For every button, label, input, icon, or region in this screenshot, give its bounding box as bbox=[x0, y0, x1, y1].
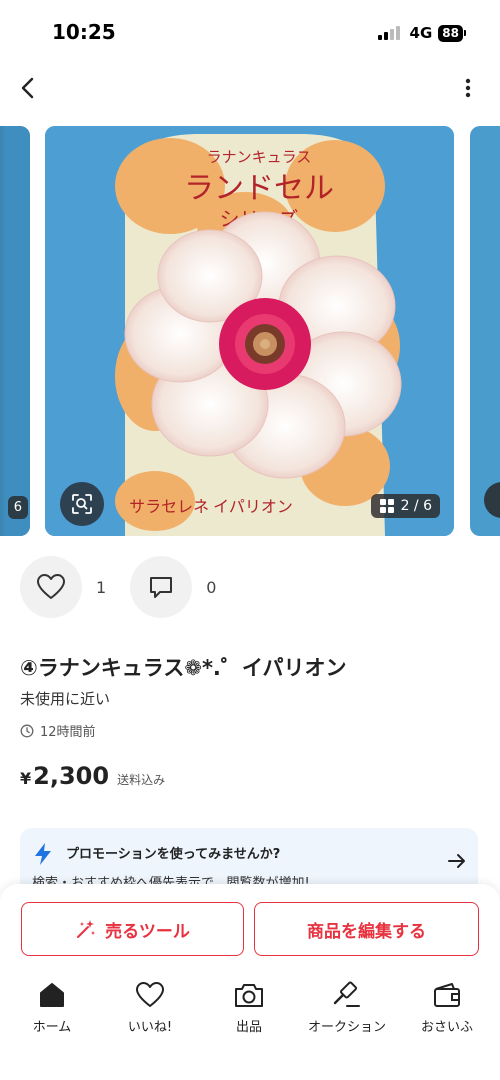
more-options-button[interactable] bbox=[456, 72, 480, 104]
heart-icon bbox=[37, 574, 65, 599]
page-counter-text: 2 / 6 bbox=[400, 498, 432, 514]
wallet-icon bbox=[434, 983, 460, 1007]
status-indicators: 4G 88 bbox=[377, 24, 466, 42]
tab-listing-label: 出品 bbox=[235, 1020, 262, 1035]
more-vertical-icon bbox=[465, 78, 471, 98]
sell-tools-label: 売るツール bbox=[105, 921, 190, 942]
battery-icon: 88 bbox=[438, 24, 466, 42]
tab-wallet-label: おさいふ bbox=[420, 1020, 473, 1035]
camera-icon bbox=[235, 984, 263, 1007]
status-bar: 10:25 4G 88 bbox=[0, 0, 500, 64]
like-count: 1 bbox=[96, 577, 107, 597]
battery-level: 88 bbox=[438, 24, 463, 42]
tab-wallet[interactable]: おさいふ bbox=[397, 978, 497, 1035]
status-time: 10:25 bbox=[52, 20, 116, 44]
chevron-left-icon bbox=[21, 77, 34, 99]
comment-icon bbox=[150, 577, 173, 598]
shipping-info: 送料込み bbox=[117, 773, 166, 787]
price: ¥ 2,300 送料込み bbox=[20, 762, 165, 790]
heart-icon bbox=[136, 982, 164, 1007]
previous-image-badge: 6 bbox=[7, 496, 28, 519]
clock-icon bbox=[20, 724, 34, 737]
price-currency: ¥ bbox=[20, 769, 32, 788]
like-button[interactable] bbox=[20, 556, 82, 618]
comment-count: 0 bbox=[206, 577, 217, 597]
promotion-title: プロモーションを使ってみませんか? bbox=[66, 847, 281, 862]
previous-image[interactable]: 6 bbox=[0, 126, 30, 536]
next-image[interactable] bbox=[470, 126, 500, 536]
item-condition: 未使用に近い bbox=[20, 690, 111, 708]
gavel-icon bbox=[333, 981, 360, 1007]
tab-auction-label: オークション bbox=[307, 1020, 386, 1035]
arrow-right-icon bbox=[448, 854, 465, 868]
posted-time-text: 12時間前 bbox=[40, 725, 96, 740]
network-type: 4G bbox=[409, 24, 433, 42]
tab-likes-label: いいね! bbox=[127, 1020, 173, 1035]
packet-top-text: ラナンキュラス bbox=[207, 150, 312, 166]
price-value: 2,300 bbox=[33, 762, 110, 790]
grid-icon bbox=[379, 499, 394, 513]
magic-wand-icon bbox=[77, 920, 96, 938]
signal-icon bbox=[377, 26, 400, 40]
tab-home[interactable]: ホーム bbox=[2, 978, 102, 1035]
packet-series: ランドセル bbox=[184, 172, 334, 205]
bottom-action-sheet: 売るツール 商品を編集する bbox=[0, 884, 500, 964]
packet-variety: サラセレネ イパリオン bbox=[129, 498, 293, 516]
tab-likes[interactable]: いいね! bbox=[100, 978, 200, 1035]
comment-button[interactable] bbox=[130, 556, 193, 618]
edit-item-button[interactable]: 商品を編集する bbox=[254, 902, 479, 956]
image-carousel[interactable]: 6 ラナンキュラス ランドセル シリーズ bbox=[0, 126, 500, 538]
posted-time: 12時間前 bbox=[20, 721, 96, 740]
tab-auction[interactable]: オークション bbox=[297, 978, 397, 1035]
product-title: ④ラナンキュラス❁*.゜イパリオン bbox=[20, 656, 347, 680]
product-image[interactable]: ラナンキュラス ランドセル シリーズ サラセレネ イパリオン bbox=[45, 126, 454, 536]
tab-listing[interactable]: 出品 bbox=[199, 978, 299, 1035]
nav-bar bbox=[0, 64, 500, 114]
back-button[interactable] bbox=[12, 72, 44, 104]
image-search-button[interactable] bbox=[60, 482, 104, 526]
sell-tools-button[interactable]: 売るツール bbox=[21, 902, 244, 956]
seed-packet-photo: ラナンキュラス ランドセル シリーズ サラセレネ イパリオン bbox=[45, 126, 454, 536]
lightning-icon bbox=[35, 843, 51, 865]
engagement-actions: 1 0 bbox=[20, 556, 240, 618]
page-counter: 2 / 6 bbox=[370, 494, 440, 518]
tab-home-label: ホーム bbox=[32, 1020, 72, 1035]
home-icon bbox=[40, 983, 64, 1007]
edit-item-label: 商品を編集する bbox=[307, 921, 426, 942]
tab-bar: ホーム いいね! 出品 オークション おさいふ bbox=[0, 964, 500, 1080]
image-search-icon bbox=[72, 494, 92, 514]
